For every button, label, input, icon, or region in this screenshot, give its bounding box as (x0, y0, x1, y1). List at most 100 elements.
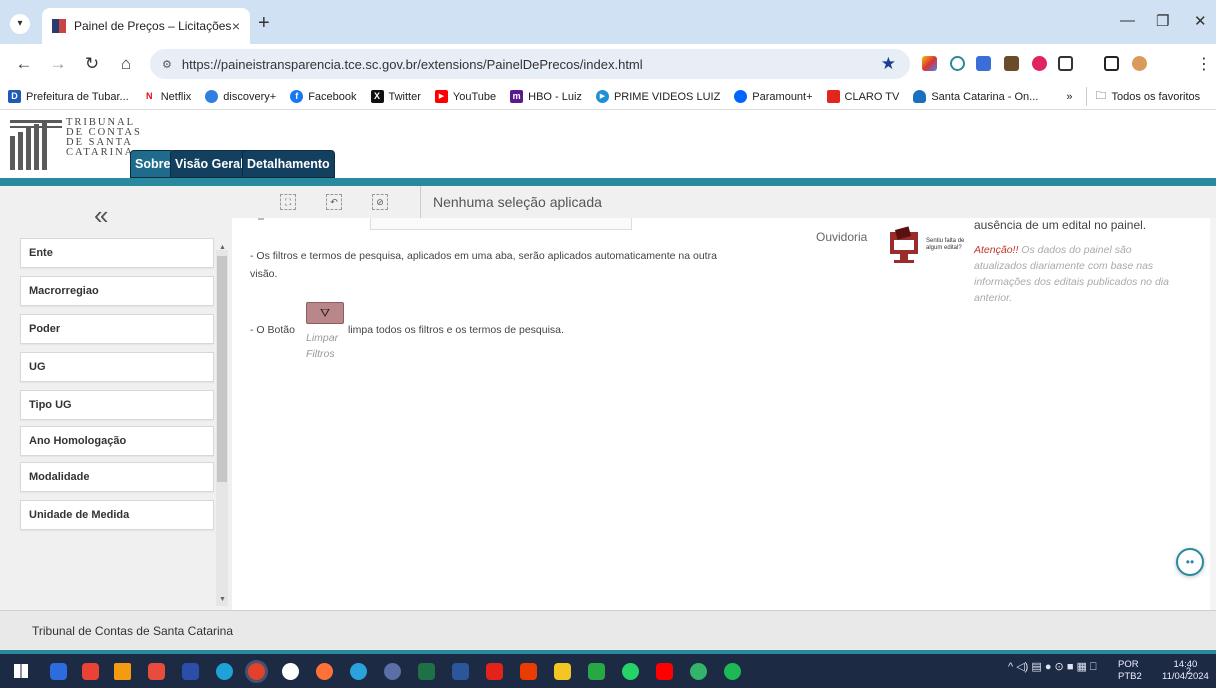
tab-close-icon[interactable]: × (232, 18, 240, 34)
browser-menu-icon[interactable]: ⋮ (1196, 54, 1212, 74)
scroll-down-icon[interactable]: ▼ (219, 596, 226, 603)
bookmark-item[interactable]: D Prefeitura de Tubar... (8, 90, 129, 103)
bookmark-item[interactable]: Santa Catarina - On... (913, 90, 1038, 103)
tab-visao-geral[interactable]: Visão Geral (170, 150, 249, 178)
vlc-app-icon[interactable] (114, 663, 131, 680)
anydesk-app-icon[interactable] (148, 663, 165, 680)
all-favorites-item[interactable]: 🗀 Todos os favoritos (1086, 87, 1200, 106)
collapse-panel-icon[interactable]: « (94, 200, 108, 231)
bookmark-item[interactable]: X Twitter (370, 90, 421, 103)
extension-icon[interactable] (1032, 56, 1047, 71)
firefox-app-icon[interactable] (316, 663, 333, 680)
extension-icon[interactable] (950, 56, 965, 71)
sidepanel-icon[interactable] (1104, 56, 1119, 71)
bookmark-label: Twitter (388, 90, 421, 103)
address-bar[interactable]: ⚙ https://paineistransparencia.tce.sc.go… (150, 49, 910, 79)
word-app-icon[interactable] (452, 663, 469, 680)
step-back-icon[interactable]: ↶ (326, 194, 342, 210)
reload-icon[interactable]: ↻ (82, 54, 102, 74)
filter-modalidade[interactable]: Modalidade (20, 462, 214, 492)
bookmark-label: HBO - Luiz (528, 90, 582, 103)
filter-scroll-thumb[interactable] (217, 256, 227, 482)
clear-label-2: Filtros (306, 348, 335, 360)
bookmark-item[interactable]: f Facebook (290, 90, 357, 103)
gmail-app-icon[interactable] (82, 663, 99, 680)
file-explorer-icon[interactable] (554, 663, 571, 680)
filter-tipo-ug[interactable]: Tipo UG (20, 390, 214, 420)
system-tray-icons[interactable]: ^ ◁) ▤ ● ⊙ ■ ▦ ⎕ (1008, 660, 1097, 674)
back-icon[interactable]: ← (14, 54, 34, 74)
office-app-icon[interactable] (520, 663, 537, 680)
bookmark-item[interactable]: Paramount+ (734, 90, 813, 103)
notifications-icon[interactable]: 2 (1186, 662, 1204, 680)
bookmarks-overflow-button[interactable]: » (1066, 91, 1072, 103)
smart-search-icon[interactable]: ⛶ (280, 194, 296, 210)
windows-start-icon[interactable] (14, 664, 28, 678)
extension-icon[interactable] (976, 56, 991, 71)
app-icon[interactable] (690, 663, 707, 680)
tab-search-chevron-icon[interactable]: ▾ (10, 14, 30, 34)
chat-assistant-button[interactable]: •• (1176, 548, 1204, 576)
scroll-up-icon[interactable]: ▲ (219, 244, 226, 251)
filter-ano-homologacao[interactable]: Ano Homologação (20, 426, 214, 456)
filter-ug[interactable]: UG (20, 352, 214, 382)
youtube-app-icon[interactable] (656, 663, 673, 680)
home-icon[interactable]: ⌂ (116, 54, 136, 74)
tab-detalhamento[interactable]: Detalhamento (242, 150, 335, 178)
tab-sobre[interactable]: Sobre (130, 150, 176, 178)
bookmark-item[interactable]: CLARO TV (826, 90, 899, 103)
app-icon[interactable] (282, 663, 299, 680)
window-close-icon[interactable]: ✕ (1194, 12, 1207, 30)
extension-icon[interactable] (922, 56, 937, 71)
excel-app-icon[interactable] (418, 663, 435, 680)
bookmark-item[interactable]: N Netflix (142, 90, 192, 103)
bookmark-icon: X (370, 90, 384, 103)
edge-app-icon[interactable] (216, 663, 233, 680)
forward-icon[interactable]: → (48, 54, 68, 74)
bookmark-label: discovery+ (223, 90, 277, 103)
telegram-app-icon[interactable] (350, 663, 367, 680)
chrome-app-icon[interactable] (248, 663, 265, 680)
clear-selection-icon[interactable]: ⊘ (372, 194, 388, 210)
tab-title: Painel de Preços – Licitações (74, 19, 232, 33)
new-tab-button[interactable]: + (258, 12, 270, 35)
input-language[interactable]: POR PTB2 (1118, 659, 1142, 683)
logo-bars-icon (10, 118, 62, 170)
app-icon[interactable] (384, 663, 401, 680)
app-icon[interactable] (182, 663, 199, 680)
bookmark-item[interactable]: ▶ YouTube (434, 90, 497, 103)
atencao-line: anterior. (974, 292, 1013, 304)
bookmark-star-icon[interactable]: ★ (881, 54, 896, 74)
filter-poder[interactable]: Poder (20, 314, 214, 344)
bookmark-item[interactable]: discovery+ (205, 90, 276, 103)
clear-filters-button[interactable]: ⛛ (306, 302, 344, 324)
site-favicon-icon (52, 19, 66, 33)
app-icon[interactable] (588, 663, 605, 680)
folder-icon: 🗀 (1095, 90, 1107, 102)
bookmark-item[interactable]: m HBO - Luiz (510, 90, 582, 103)
filter-ente[interactable]: Ente (20, 238, 214, 268)
profile-avatar[interactable] (1132, 56, 1147, 71)
bookmark-item[interactable]: ▶ PRIME VIDEOS LUIZ (595, 90, 720, 103)
ouvidoria-label[interactable]: Ouvidoria (816, 230, 867, 244)
spotify-app-icon[interactable] (724, 663, 741, 680)
selection-status: Nenhuma seleção aplicada (420, 186, 602, 218)
url-text: https://paineistransparencia.tce.sc.gov.… (181, 56, 643, 72)
acrobat-app-icon[interactable] (486, 663, 503, 680)
bookmark-label: YouTube (452, 90, 497, 103)
bookmark-icon (913, 90, 927, 103)
minimize-icon[interactable]: — (1120, 12, 1135, 29)
site-info-icon[interactable]: ⚙ (162, 58, 172, 71)
extensions-puzzle-icon[interactable] (1058, 56, 1073, 71)
all-favorites-label: Todos os favoritos (1111, 90, 1201, 103)
zoom-app-icon[interactable] (50, 663, 67, 680)
whatsapp-app-icon[interactable] (622, 663, 639, 680)
filter-unidade-medida[interactable]: Unidade de Medida (20, 500, 214, 530)
bookmark-label: Netflix (160, 90, 192, 103)
extension-icon[interactable] (1004, 56, 1019, 71)
browser-tab[interactable]: Painel de Preços – Licitações × (42, 8, 250, 44)
restore-icon[interactable]: ❐ (1156, 12, 1169, 30)
page-scrollbar[interactable] (1210, 218, 1216, 610)
button-note-prefix: - O Botão (250, 324, 295, 336)
filter-macrorregiao[interactable]: Macrorregiao (20, 276, 214, 306)
